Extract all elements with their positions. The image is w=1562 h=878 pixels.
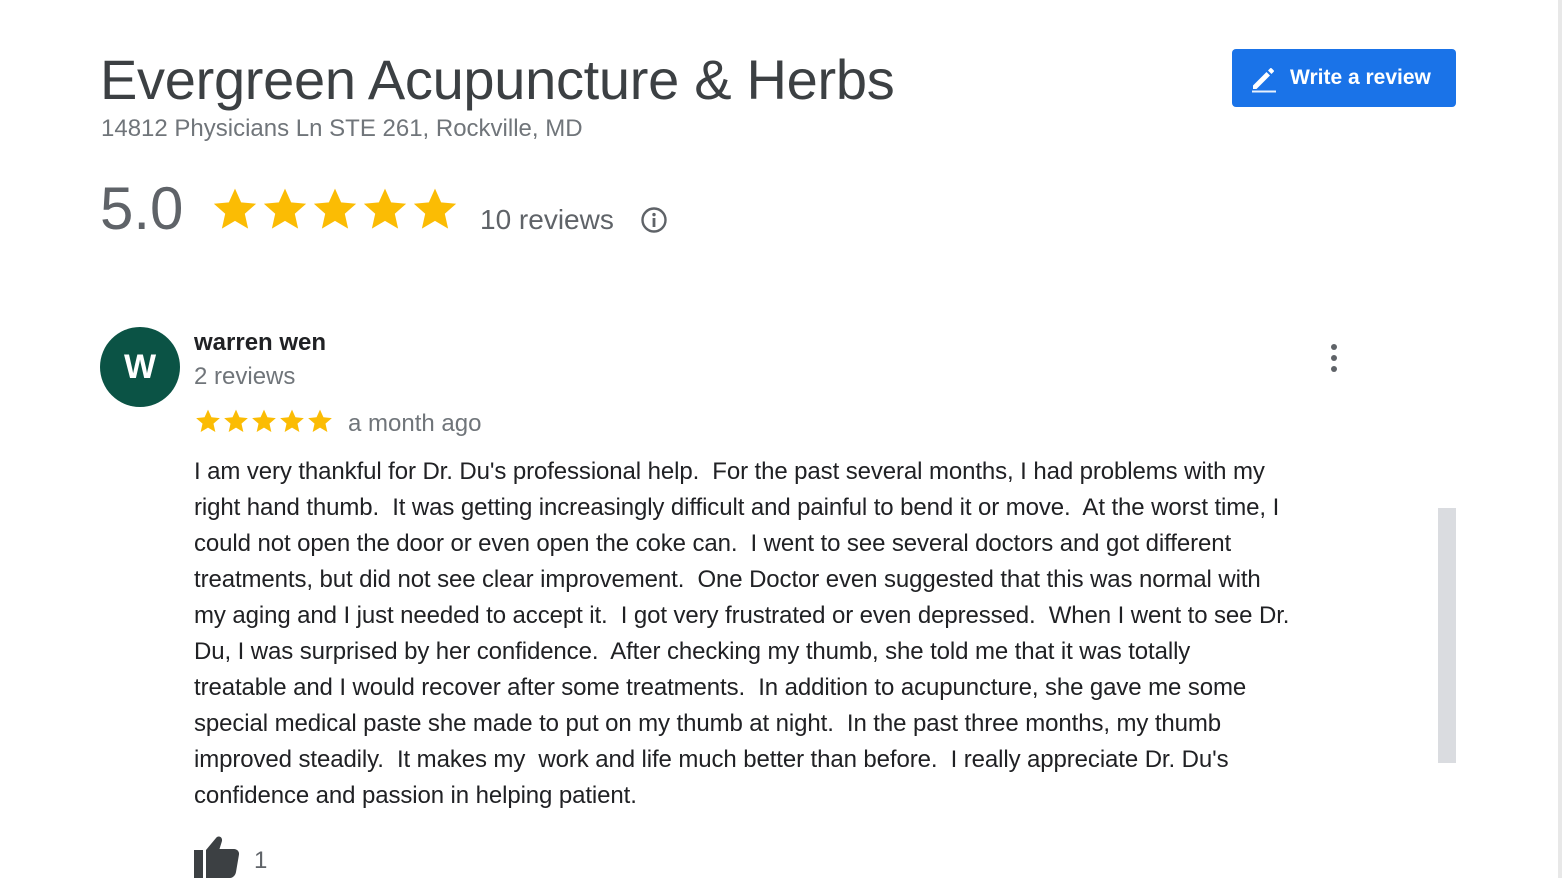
review-text: I am very thankful for Dr. Du's professi… xyxy=(194,454,1409,814)
review-text-line: treatments, but did not see clear improv… xyxy=(194,566,1261,593)
avatar[interactable]: W xyxy=(100,327,180,407)
star-icon xyxy=(308,409,332,432)
star-icon xyxy=(413,188,457,229)
write-review-button[interactable]: Write a review xyxy=(1232,49,1456,107)
review-text-line: could not open the door or even open the… xyxy=(194,530,1232,557)
review-text-line: right hand thumb. It was getting increas… xyxy=(194,494,1280,521)
reviewer-name[interactable]: warren wen xyxy=(194,328,326,358)
star-icon xyxy=(224,409,248,432)
info-icon[interactable] xyxy=(640,206,668,234)
more-options-button[interactable] xyxy=(1318,340,1350,376)
review-stars xyxy=(194,407,334,435)
review-text-line: my aging and I just needed to accept it.… xyxy=(194,602,1290,629)
write-review-label: Write a review xyxy=(1290,66,1431,89)
more-vert-icon-dot xyxy=(1331,355,1337,361)
star-icon xyxy=(213,188,257,229)
more-vert-icon-dot xyxy=(1331,366,1337,372)
review-text-line: confidence and passion in helping patien… xyxy=(194,782,637,809)
like-count: 1 xyxy=(254,847,268,874)
reviewer-review-count: 2 reviews xyxy=(194,363,296,390)
average-stars xyxy=(210,184,460,234)
review-text-line: special medical paste she made to put on… xyxy=(194,710,1222,737)
star-icon xyxy=(196,409,220,432)
business-name: Evergreen Acupuncture & Herbs xyxy=(100,48,895,111)
review-text-line: Du, I was surprised by her confidence. A… xyxy=(194,638,1191,665)
review-time: a month ago xyxy=(348,410,482,437)
reviews-page: Evergreen Acupuncture & Herbs 14812 Phys… xyxy=(0,0,1562,878)
review-text-line: improved steadily. It makes my work and … xyxy=(194,746,1229,773)
review-text-line: treatable and I would recover after some… xyxy=(194,674,1247,701)
star-icon xyxy=(363,188,407,229)
business-address: 14812 Physicians Ln STE 261, Rockville, … xyxy=(101,115,583,142)
star-icon xyxy=(252,409,276,432)
average-rating: 5.0 xyxy=(100,175,184,242)
thumbs-up-icon[interactable] xyxy=(194,834,242,878)
window-edge xyxy=(1558,0,1562,878)
star-icon xyxy=(280,409,304,432)
more-vert-icon xyxy=(1331,344,1337,350)
star-icon xyxy=(313,188,357,229)
pencil-icon xyxy=(1252,68,1276,93)
scrollbar[interactable] xyxy=(1438,508,1456,763)
review-count: 10 reviews xyxy=(480,204,614,235)
review-text-line: I am very thankful for Dr. Du's professi… xyxy=(194,458,1265,485)
star-icon xyxy=(263,188,307,229)
